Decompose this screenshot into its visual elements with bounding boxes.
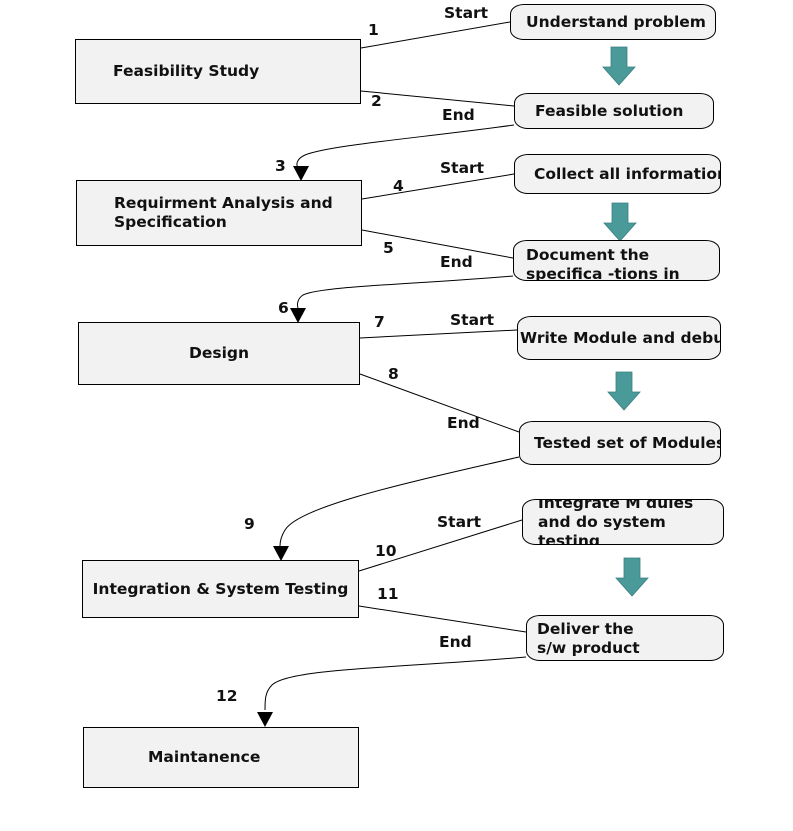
end-connector — [360, 90, 515, 107]
start-label: Start — [440, 159, 485, 177]
arrowhead-icon — [273, 546, 289, 561]
down-arrow-icon — [603, 202, 637, 242]
step-number: 8 — [388, 365, 399, 383]
phase-label: Design — [188, 344, 250, 362]
task-start-design: Write Module and debug — [517, 316, 721, 360]
step-number: 1 — [368, 21, 379, 39]
down-arrow-icon — [615, 557, 649, 597]
task-end-requirements: Document the specifica -tions in SRS — [513, 240, 720, 281]
next-phase-connector — [264, 656, 527, 711]
step-number: 6 — [278, 299, 289, 317]
arrowhead-icon — [293, 166, 309, 181]
arrowhead-icon — [290, 308, 306, 323]
step-number: 3 — [275, 157, 286, 175]
step-number: 11 — [377, 585, 399, 603]
start-label: Start — [450, 311, 495, 329]
end-connector — [359, 373, 520, 433]
end-label: End — [439, 633, 472, 651]
step-number: 5 — [383, 239, 394, 257]
phase-box-requirements: Requirment Analysis and Specification — [76, 180, 362, 246]
task-end-feasibility: Feasible solution — [514, 93, 714, 129]
step-number: 7 — [374, 313, 385, 331]
down-arrow-icon — [602, 46, 636, 86]
phase-box-design: Design — [78, 322, 360, 385]
start-label: Start — [437, 513, 482, 531]
end-connector — [358, 605, 527, 633]
start-connector — [361, 173, 515, 200]
end-label: End — [440, 253, 473, 271]
start-connector — [359, 329, 518, 339]
phase-box-feasibility: Feasibility Study — [75, 39, 361, 104]
down-arrow-icon — [607, 371, 641, 411]
task-start-integration: Integrate M dules and do system testing — [522, 499, 724, 545]
step-number: 12 — [216, 687, 238, 705]
task-end-design: Tested set of Modules — [519, 421, 721, 465]
task-end-integration: Deliver the s/w product — [526, 615, 724, 661]
phase-label: Maintanence — [148, 748, 261, 766]
step-number: 4 — [393, 177, 404, 195]
task-start-requirements: Collect all information — [514, 154, 721, 194]
phase-label: Requirment Analysis and Specification — [114, 194, 333, 231]
start-label: Start — [444, 4, 489, 22]
step-number: 2 — [371, 92, 382, 110]
start-connector — [360, 21, 511, 49]
step-number: 10 — [375, 542, 397, 560]
arrowhead-icon — [257, 712, 273, 727]
phase-box-integration: Integration & System Testing — [82, 560, 359, 618]
step-number: 9 — [244, 515, 255, 533]
phase-box-maintenance: Maintanence — [83, 727, 359, 788]
next-phase-connector — [297, 275, 514, 309]
task-start-feasibility: Understand problem — [510, 4, 716, 40]
end-label: End — [442, 106, 475, 124]
phase-label: Integration & System Testing — [92, 579, 349, 598]
phase-label: Feasibility Study — [113, 62, 260, 80]
end-label: End — [447, 414, 480, 432]
